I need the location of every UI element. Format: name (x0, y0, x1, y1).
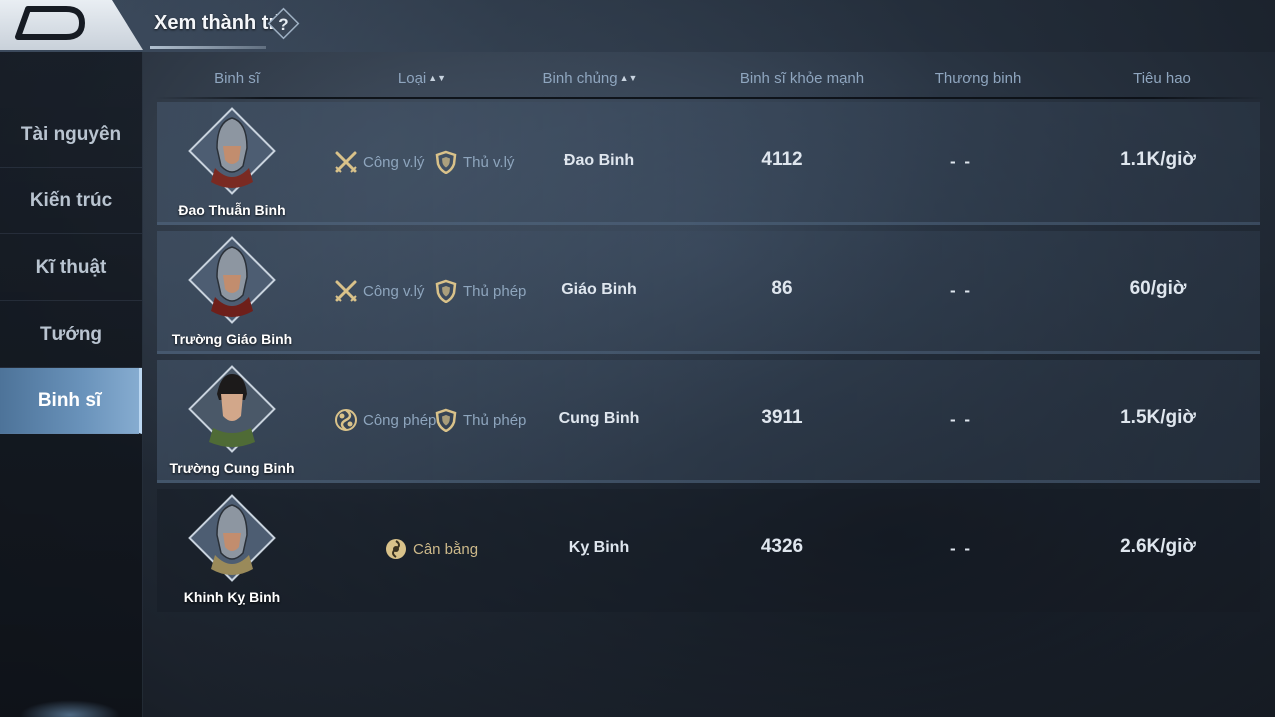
balance-tag: Cân bằng (384, 537, 478, 561)
magic-swirl-icon (335, 409, 357, 431)
shield-icon (435, 279, 457, 303)
defense-tag: Thủ v.lý (434, 150, 514, 174)
sidebar-item-buildings[interactable]: Kiến trúc (0, 168, 142, 234)
svg-text:?: ? (278, 15, 288, 34)
attack-tag: Công phép (334, 408, 436, 432)
healthy-count: 86 (771, 278, 793, 299)
defense-tag: Thủ phép (434, 279, 526, 303)
back-arrow-icon (15, 6, 85, 40)
shield-icon (435, 150, 457, 174)
bottom-glow (20, 700, 120, 717)
unit-name: Trường Cung Binh (169, 460, 295, 476)
sort-icon: ▲▼ (619, 73, 638, 83)
balance-icon (386, 539, 406, 559)
sort-icon: ▲▼ (428, 73, 447, 83)
unit-portrait-archer (188, 365, 276, 453)
wounded-count: - - (949, 410, 973, 429)
table-row[interactable]: Trường Giáo Binh Công v.lý Thủ phép Giáo… (157, 231, 1260, 354)
sidebar: Tài nguyên Kiến trúc Kĩ thuật Tướng Binh… (0, 52, 143, 717)
attack-tag: Công v.lý (334, 150, 424, 174)
column-header-branch[interactable]: Binh chủng ▲▼ (543, 70, 638, 87)
healthy-count: 4326 (760, 536, 804, 557)
sidebar-item-generals[interactable]: Tướng (0, 302, 142, 368)
branch-cell: Giáo Binh (561, 281, 637, 298)
column-header-upkeep[interactable]: Tiêu hao (1133, 70, 1191, 87)
column-header-type[interactable]: Loại ▲▼ (398, 70, 446, 87)
table-row[interactable]: Trường Cung Binh Công phép Thủ phép Cung… (157, 360, 1260, 483)
crossed-swords-icon (335, 280, 357, 302)
column-header-wounded[interactable]: Thương binh (935, 70, 1022, 87)
defense-tag: Thủ phép (434, 408, 526, 432)
unit-portrait-cavalry (188, 494, 276, 582)
table-row[interactable]: Khinh Kỵ Binh Cân bằng Kỵ Binh 4326 - - … (157, 489, 1260, 612)
help-button[interactable]: ? (267, 7, 300, 40)
title-underline (150, 46, 266, 49)
wounded-count: - - (949, 152, 973, 171)
help-icon: ? (267, 7, 300, 40)
shield-icon (435, 408, 457, 432)
soldier-table: Binh sĩ Loại ▲▼ Binh chủng ▲▼ Binh sĩ khỏe… (145, 52, 1275, 717)
unit-portrait-spear (188, 236, 276, 324)
column-header-soldier[interactable]: Binh sĩ (214, 70, 260, 87)
wounded-count: - - (949, 281, 973, 300)
column-header-healthy[interactable]: Binh sĩ khỏe mạnh (740, 70, 864, 87)
unit-name: Trường Giáo Binh (171, 331, 293, 347)
healthy-count: 4112 (761, 149, 803, 170)
attack-tag: Công v.lý (334, 279, 424, 303)
unit-portrait-sword-shield (188, 107, 276, 195)
wounded-count: - - (949, 539, 973, 558)
unit-name: Khinh Kỵ Binh (183, 589, 281, 605)
sidebar-item-technology[interactable]: Kĩ thuật (0, 235, 142, 301)
page-title: Xem thành trì (154, 12, 282, 34)
upkeep-value: 1.1K/giờ (1120, 149, 1196, 170)
upkeep-value: 2.6K/giờ (1120, 536, 1196, 557)
sidebar-item-resources[interactable]: Tài nguyên (0, 102, 142, 168)
branch-cell: Đao Binh (563, 152, 635, 169)
upkeep-value: 60/giờ (1129, 278, 1187, 299)
unit-name: Đao Thuẫn Binh (178, 202, 286, 218)
branch-cell: Kỵ Binh (568, 539, 630, 556)
branch-cell: Cung Binh (558, 410, 640, 427)
healthy-count: 3911 (761, 407, 803, 428)
sidebar-item-soldiers[interactable]: Binh sĩ (0, 368, 142, 434)
crossed-swords-icon (335, 151, 357, 173)
upkeep-value: 1.5K/giờ (1120, 407, 1196, 428)
header-divider (155, 97, 1265, 99)
table-header: Binh sĩ Loại ▲▼ Binh chủng ▲▼ Binh sĩ khỏe… (145, 52, 1275, 98)
table-row[interactable]: Đao Thuẫn Binh Công v.lý Thủ v.lý Đao Bi… (157, 102, 1260, 225)
